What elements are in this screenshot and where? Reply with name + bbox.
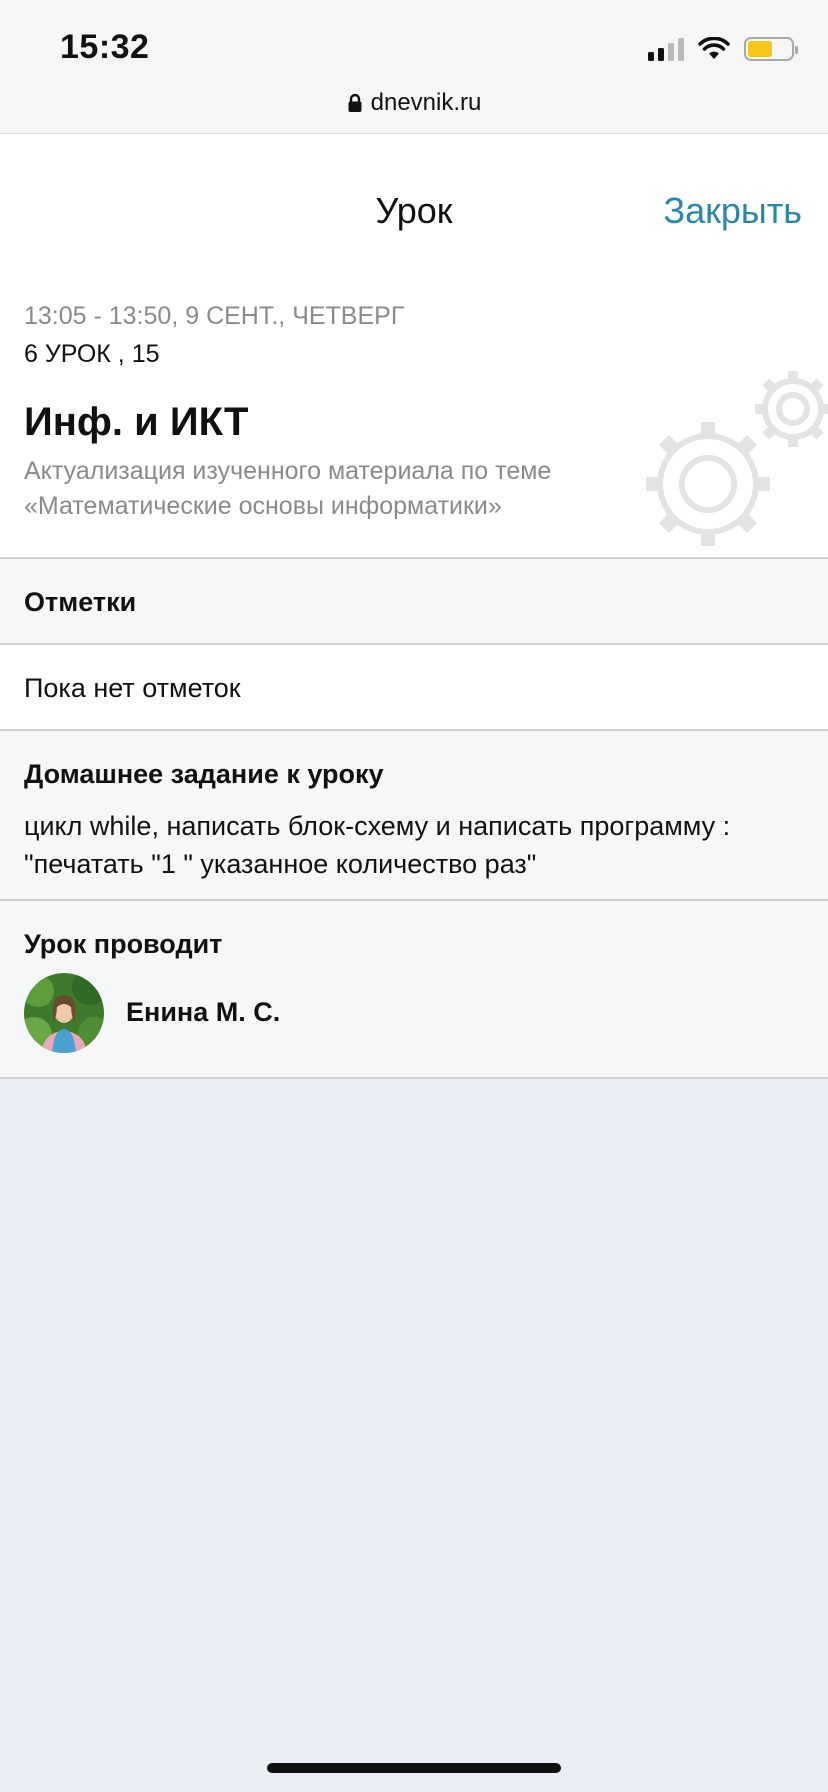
marks-section-header: Отметки: [0, 559, 828, 645]
modal-header: Урок Закрыть: [0, 134, 828, 294]
cellular-signal-icon: [648, 37, 684, 61]
url-text: dnevnik.ru: [370, 89, 482, 116]
browser-chrome: 15:32 dnevnik.ru: [0, 0, 828, 134]
teacher-title: Урок проводит: [24, 929, 223, 959]
address-bar[interactable]: dnevnik.ru: [0, 86, 828, 120]
home-indicator[interactable]: [267, 1763, 561, 1773]
lesson-number: 6 УРОК , 15: [24, 340, 160, 368]
lesson-topic: Актуализация изученного материала по тем…: [24, 457, 552, 520]
status-icons: [648, 34, 798, 64]
wifi-icon: [698, 37, 730, 59]
close-button[interactable]: Закрыть: [663, 190, 802, 232]
marks-empty-text: Пока нет отметок: [24, 673, 241, 703]
homework-title: Домашнее задание к уроку: [24, 759, 384, 789]
battery-icon: [744, 37, 798, 61]
status-time: 15:32: [60, 28, 150, 66]
lock-icon: [348, 93, 362, 112]
lesson-subject: Инф. и ИКТ: [24, 400, 249, 444]
homework-text: цикл while, написать блок-схему и написа…: [24, 811, 731, 879]
teacher-name[interactable]: Енина М. С.: [126, 997, 280, 1028]
avatar[interactable]: [24, 973, 104, 1053]
marks-section-body: Пока нет отметок: [0, 645, 828, 731]
gears-icon: [646, 371, 828, 546]
teacher-section: Урок проводит Енина М. С.: [0, 901, 828, 1079]
marks-title: Отметки: [24, 587, 137, 617]
homework-section: Домашнее задание к уроку цикл while, нап…: [0, 731, 828, 901]
lesson-time: 13:05 - 13:50, 9 СЕНТ., ЧЕТВЕРГ: [24, 302, 405, 330]
lesson-info: 13:05 - 13:50, 9 СЕНТ., ЧЕТВЕРГ 6 УРОК ,…: [0, 294, 828, 559]
screen: 15:32 dnevnik.ru Урок Закрыть 13:05 - 13…: [0, 0, 828, 1792]
